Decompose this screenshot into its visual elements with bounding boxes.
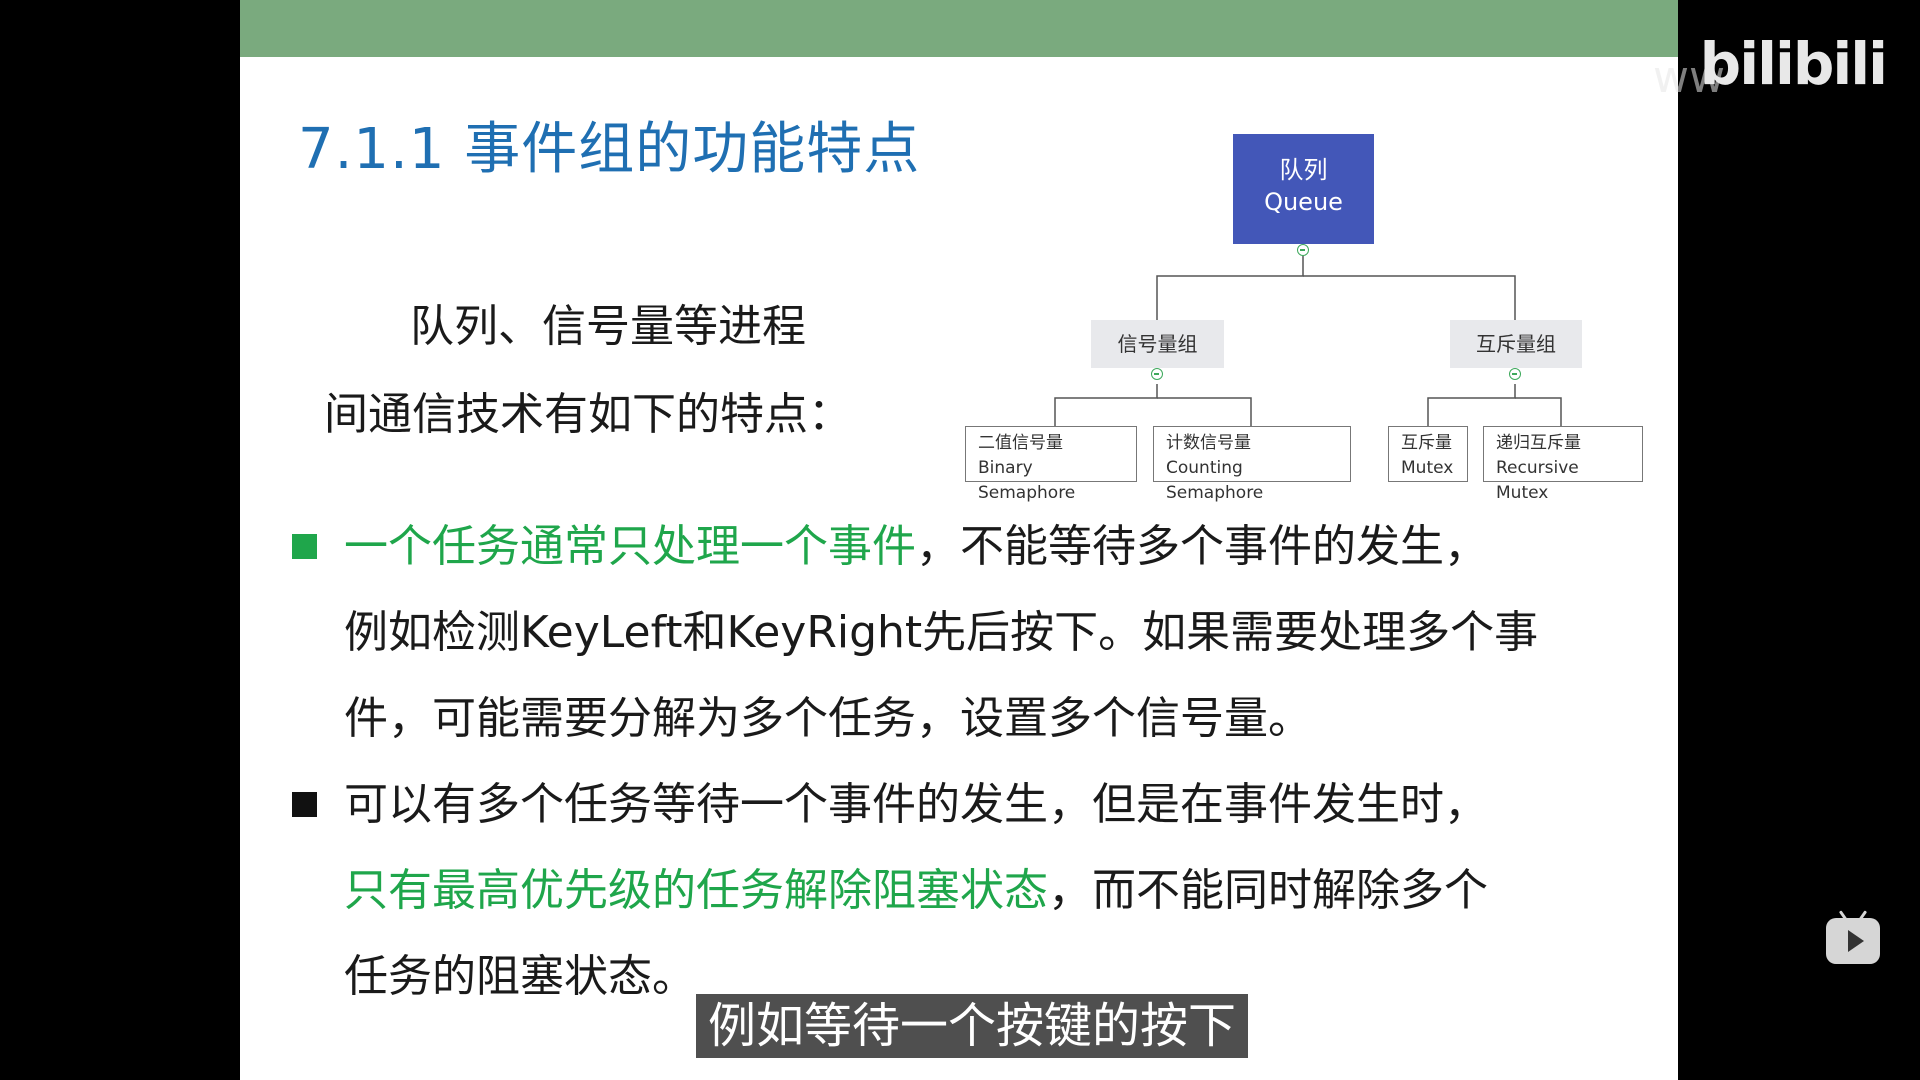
collapse-icon[interactable]	[1509, 368, 1521, 380]
bullet-2-highlight: 只有最高优先级的任务解除阻塞状态	[344, 865, 1048, 916]
bullet-square-icon	[292, 792, 317, 817]
leaf-cn-label: 计数信号量	[1166, 433, 1251, 453]
video-subtitle: 例如等待一个按键的按下	[696, 994, 1249, 1058]
bullet-2-line-2: 只有最高优先级的任务解除阻塞状态，而不能同时解除多个	[344, 862, 1488, 920]
semaphore-group-node: 信号量组	[1091, 320, 1224, 368]
leaf-en-label: Binary Semaphore	[978, 458, 1076, 503]
queue-node: 队列 Queue	[1233, 134, 1374, 244]
bullet-1-line-2: 例如检测KeyLeft和KeyRight先后按下。如果需要处理多个事	[344, 607, 1539, 658]
bullet-1-line-1-rest: ，不能等待多个事件的发生，	[916, 521, 1488, 572]
leaf-en-label: Mutex	[1401, 458, 1454, 478]
mutex-node: 互斥量 Mutex	[1388, 426, 1468, 482]
bullet-square-icon	[292, 534, 317, 559]
bullet-2-line-3: 任务的阻塞状态。	[344, 951, 696, 1002]
queue-cn-label: 队列	[1279, 156, 1328, 184]
recursive-mutex-node: 递归互斥量 Recursive Mutex	[1483, 426, 1643, 503]
leaf-en-label: Recursive Mutex	[1496, 458, 1579, 503]
diagram-connectors	[1054, 256, 1562, 426]
leaf-en-label: Counting Semaphore	[1166, 458, 1264, 503]
binary-semaphore-node: 二值信号量 Binary Semaphore	[965, 426, 1137, 503]
leaf-cn-label: 互斥量	[1401, 433, 1452, 453]
bilibili-logo: bilibili	[1699, 30, 1888, 98]
collapse-icon[interactable]	[1151, 368, 1163, 380]
play-triangle-icon	[1848, 930, 1864, 952]
bullet-1-highlight: 一个任务通常只处理一个事件	[344, 521, 916, 572]
slide: 7.1.1 事件组的功能特点 队列、信号量等进程 间通信技术有如下的特点： 队列…	[240, 0, 1678, 1080]
bullet-2-line-2-rest: ，而不能同时解除多个	[1048, 865, 1488, 916]
play-button-icon[interactable]	[1826, 918, 1880, 964]
counting-semaphore-node: 计数信号量 Counting Semaphore	[1153, 426, 1351, 503]
bullet-1-line-3: 件，可能需要分解为多个任务，设置多个信号量。	[344, 693, 1312, 744]
mutex-group-node: 互斥量组	[1450, 320, 1582, 368]
bullet-1-line-1: 一个任务通常只处理一个事件，不能等待多个事件的发生，	[344, 518, 1488, 576]
queue-en-label: Queue	[1264, 188, 1343, 216]
collapse-icon[interactable]	[1297, 244, 1309, 256]
bullet-2-line-1: 可以有多个任务等待一个事件的发生，但是在事件发生时，	[344, 779, 1488, 830]
leaf-cn-label: 二值信号量	[978, 433, 1063, 453]
leaf-cn-label: 递归互斥量	[1496, 433, 1581, 453]
